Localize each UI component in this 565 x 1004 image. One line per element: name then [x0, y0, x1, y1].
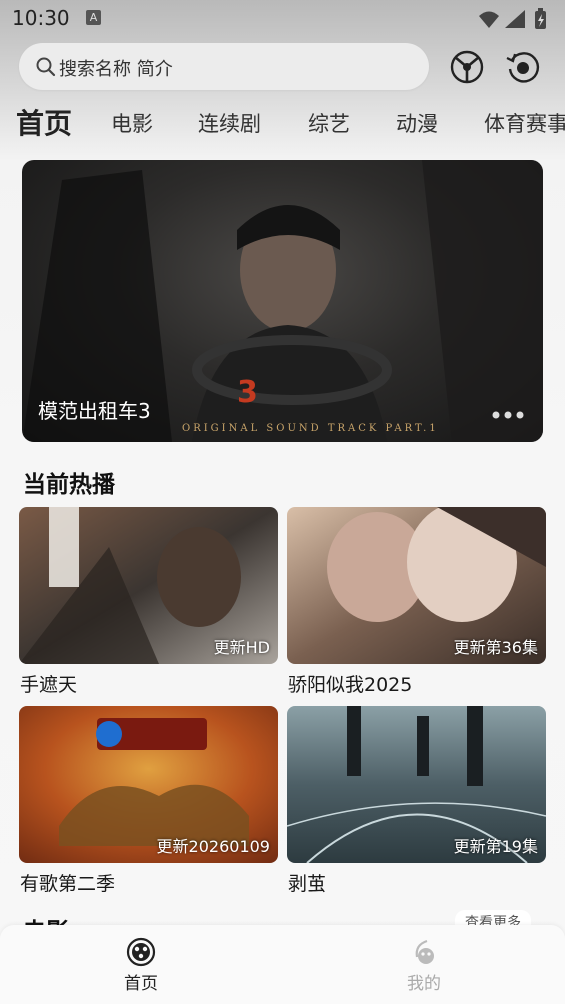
card-title: 有歌第二季: [20, 873, 116, 895]
more-dots-icon[interactable]: [491, 410, 525, 420]
notification-badge-icon: A: [86, 10, 101, 25]
movies-section-title: 电影: [23, 912, 69, 926]
wifi-icon: [479, 11, 499, 28]
bottom-nav: 首页 我的: [0, 925, 565, 1004]
nav-home[interactable]: 首页: [111, 937, 171, 997]
status-bar: 10:30 A: [0, 0, 565, 38]
card-title: 剥茧: [288, 873, 327, 895]
card-thumbnail: 更新HD: [19, 507, 278, 664]
tab-movies[interactable]: 电影: [111, 108, 153, 138]
tab-home[interactable]: 首页: [16, 102, 72, 142]
banner-title: 模范出租车3: [38, 399, 151, 423]
banner-subtitle: ORIGINAL SOUND TRACK PART.1: [182, 423, 439, 434]
card-thumbnail: 更新第19集: [287, 706, 546, 863]
card-thumbnail: 更新20260109: [19, 706, 278, 863]
tab-anime[interactable]: 动漫: [396, 108, 438, 138]
view-more-button[interactable]: 查看更多: [455, 910, 531, 926]
history-icon[interactable]: [504, 48, 542, 86]
tab-variety[interactable]: 综艺: [308, 108, 350, 138]
update-badge: 更新20260109: [156, 837, 270, 856]
category-tabs: 首页 电影 连续剧 综艺 动漫 体育赛事: [0, 100, 565, 146]
signal-icon: [505, 10, 525, 28]
tab-series[interactable]: 连续剧: [198, 108, 261, 138]
banner-logo-text: 3: [237, 375, 258, 410]
featured-banner[interactable]: 3 ORIGINAL SOUND TRACK PART.1 模范出租车3: [22, 160, 543, 442]
film-reel-icon[interactable]: [448, 48, 486, 86]
update-badge: 更新第19集: [453, 837, 538, 856]
home-reel-icon: [126, 937, 156, 967]
card-title: 骄阳似我2025: [288, 674, 413, 696]
nav-profile[interactable]: 我的: [394, 937, 454, 997]
search-input[interactable]: 搜索名称 简介: [19, 43, 429, 90]
card-title: 手遮天: [20, 674, 78, 696]
nav-profile-label: 我的: [407, 974, 441, 994]
search-placeholder: 搜索名称 简介: [59, 59, 173, 80]
update-badge: 更新HD: [213, 638, 270, 657]
status-icons: [479, 8, 546, 29]
search-icon: [36, 57, 56, 77]
nav-home-label: 首页: [124, 974, 158, 994]
card-thumbnail: 更新第36集: [287, 507, 546, 664]
update-badge: 更新第36集: [453, 638, 538, 657]
tab-sports[interactable]: 体育赛事: [484, 108, 565, 138]
profile-icon: [415, 939, 434, 964]
hot-section-title: 当前热播: [23, 472, 115, 498]
status-time: 10:30: [12, 6, 70, 30]
